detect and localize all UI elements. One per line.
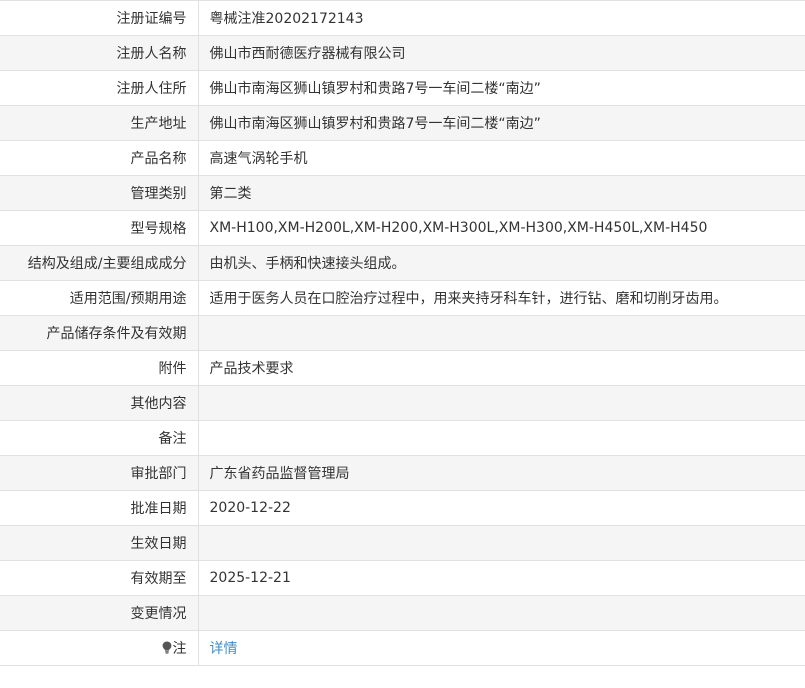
table-row: 备注 bbox=[0, 420, 805, 456]
row-value: 2020-12-22 bbox=[198, 490, 805, 526]
row-label: 审批部门 bbox=[0, 455, 199, 491]
row-label: 注册人名称 bbox=[0, 35, 199, 71]
table-row: 注册证编号 粤械注准20202172143 bbox=[0, 0, 805, 36]
row-label: 产品名称 bbox=[0, 140, 199, 176]
row-label: 结构及组成/主要组成成分 bbox=[0, 245, 199, 281]
lightbulb-icon bbox=[162, 641, 172, 658]
row-label: 管理类别 bbox=[0, 175, 199, 211]
row-value bbox=[198, 420, 805, 456]
row-label: 有效期至 bbox=[0, 560, 199, 596]
table-row: 注册人住所 佛山市南海区狮山镇罗村和贵路7号一车间二楼“南边” bbox=[0, 70, 805, 106]
row-label: 生效日期 bbox=[0, 525, 199, 561]
row-label: 附件 bbox=[0, 350, 199, 386]
row-label: 型号规格 bbox=[0, 210, 199, 246]
row-value: 第二类 bbox=[198, 175, 805, 211]
row-value bbox=[198, 595, 805, 631]
table-row: 适用范围/预期用途 适用于医务人员在口腔治疗过程中，用来夹持牙科车针，进行钻、磨… bbox=[0, 280, 805, 316]
row-label: 注册人住所 bbox=[0, 70, 199, 106]
row-label: 适用范围/预期用途 bbox=[0, 280, 199, 316]
row-label: 批准日期 bbox=[0, 490, 199, 526]
table-row: 管理类别 第二类 bbox=[0, 175, 805, 211]
row-label: 生产地址 bbox=[0, 105, 199, 141]
row-label: 产品储存条件及有效期 bbox=[0, 315, 199, 351]
table-row: 注册人名称 佛山市西耐德医疗器械有限公司 bbox=[0, 35, 805, 71]
row-label: 备注 bbox=[0, 420, 199, 456]
row-value: 由机头、手柄和快速接头组成。 bbox=[198, 245, 805, 281]
table-row: 生效日期 bbox=[0, 525, 805, 561]
table-row: 产品储存条件及有效期 bbox=[0, 315, 805, 351]
row-value: 适用于医务人员在口腔治疗过程中，用来夹持牙科车针，进行钻、磨和切削牙齿用。 bbox=[198, 280, 805, 316]
row-value: 高速气涡轮手机 bbox=[198, 140, 805, 176]
table-row: 变更情况 bbox=[0, 595, 805, 631]
note-label-cell: 注 bbox=[0, 630, 199, 666]
row-value: XM-H100,XM-H200L,XM-H200,XM-H300L,XM-H30… bbox=[198, 210, 805, 246]
row-value: 粤械注准20202172143 bbox=[198, 0, 805, 36]
row-value: 广东省药品监督管理局 bbox=[198, 455, 805, 491]
table-row: 结构及组成/主要组成成分 由机头、手柄和快速接头组成。 bbox=[0, 245, 805, 281]
row-value bbox=[198, 525, 805, 561]
row-label: 其他内容 bbox=[0, 385, 199, 421]
note-value-cell: 详情 bbox=[198, 630, 805, 666]
registration-detail-table: 注册证编号 粤械注准20202172143 注册人名称 佛山市西耐德医疗器械有限… bbox=[0, 0, 805, 666]
table-row: 附件 产品技术要求 bbox=[0, 350, 805, 386]
table-row: 有效期至 2025-12-21 bbox=[0, 560, 805, 596]
row-value: 佛山市南海区狮山镇罗村和贵路7号一车间二楼“南边” bbox=[198, 70, 805, 106]
table-row: 审批部门 广东省药品监督管理局 bbox=[0, 455, 805, 491]
row-value: 产品技术要求 bbox=[198, 350, 805, 386]
table-row: 批准日期 2020-12-22 bbox=[0, 490, 805, 526]
row-value bbox=[198, 385, 805, 421]
details-link[interactable]: 详情 bbox=[210, 641, 238, 657]
row-label: 变更情况 bbox=[0, 595, 199, 631]
row-value bbox=[198, 315, 805, 351]
row-value: 佛山市南海区狮山镇罗村和贵路7号一车间二楼“南边” bbox=[198, 105, 805, 141]
note-label: 注 bbox=[172, 641, 187, 657]
table-row: 生产地址 佛山市南海区狮山镇罗村和贵路7号一车间二楼“南边” bbox=[0, 105, 805, 141]
note-row: 注 详情 bbox=[0, 630, 805, 666]
table-row: 产品名称 高速气涡轮手机 bbox=[0, 140, 805, 176]
row-value: 佛山市西耐德医疗器械有限公司 bbox=[198, 35, 805, 71]
table-row: 型号规格 XM-H100,XM-H200L,XM-H200,XM-H300L,X… bbox=[0, 210, 805, 246]
table-row: 其他内容 bbox=[0, 385, 805, 421]
row-label: 注册证编号 bbox=[0, 0, 199, 36]
row-value: 2025-12-21 bbox=[198, 560, 805, 596]
